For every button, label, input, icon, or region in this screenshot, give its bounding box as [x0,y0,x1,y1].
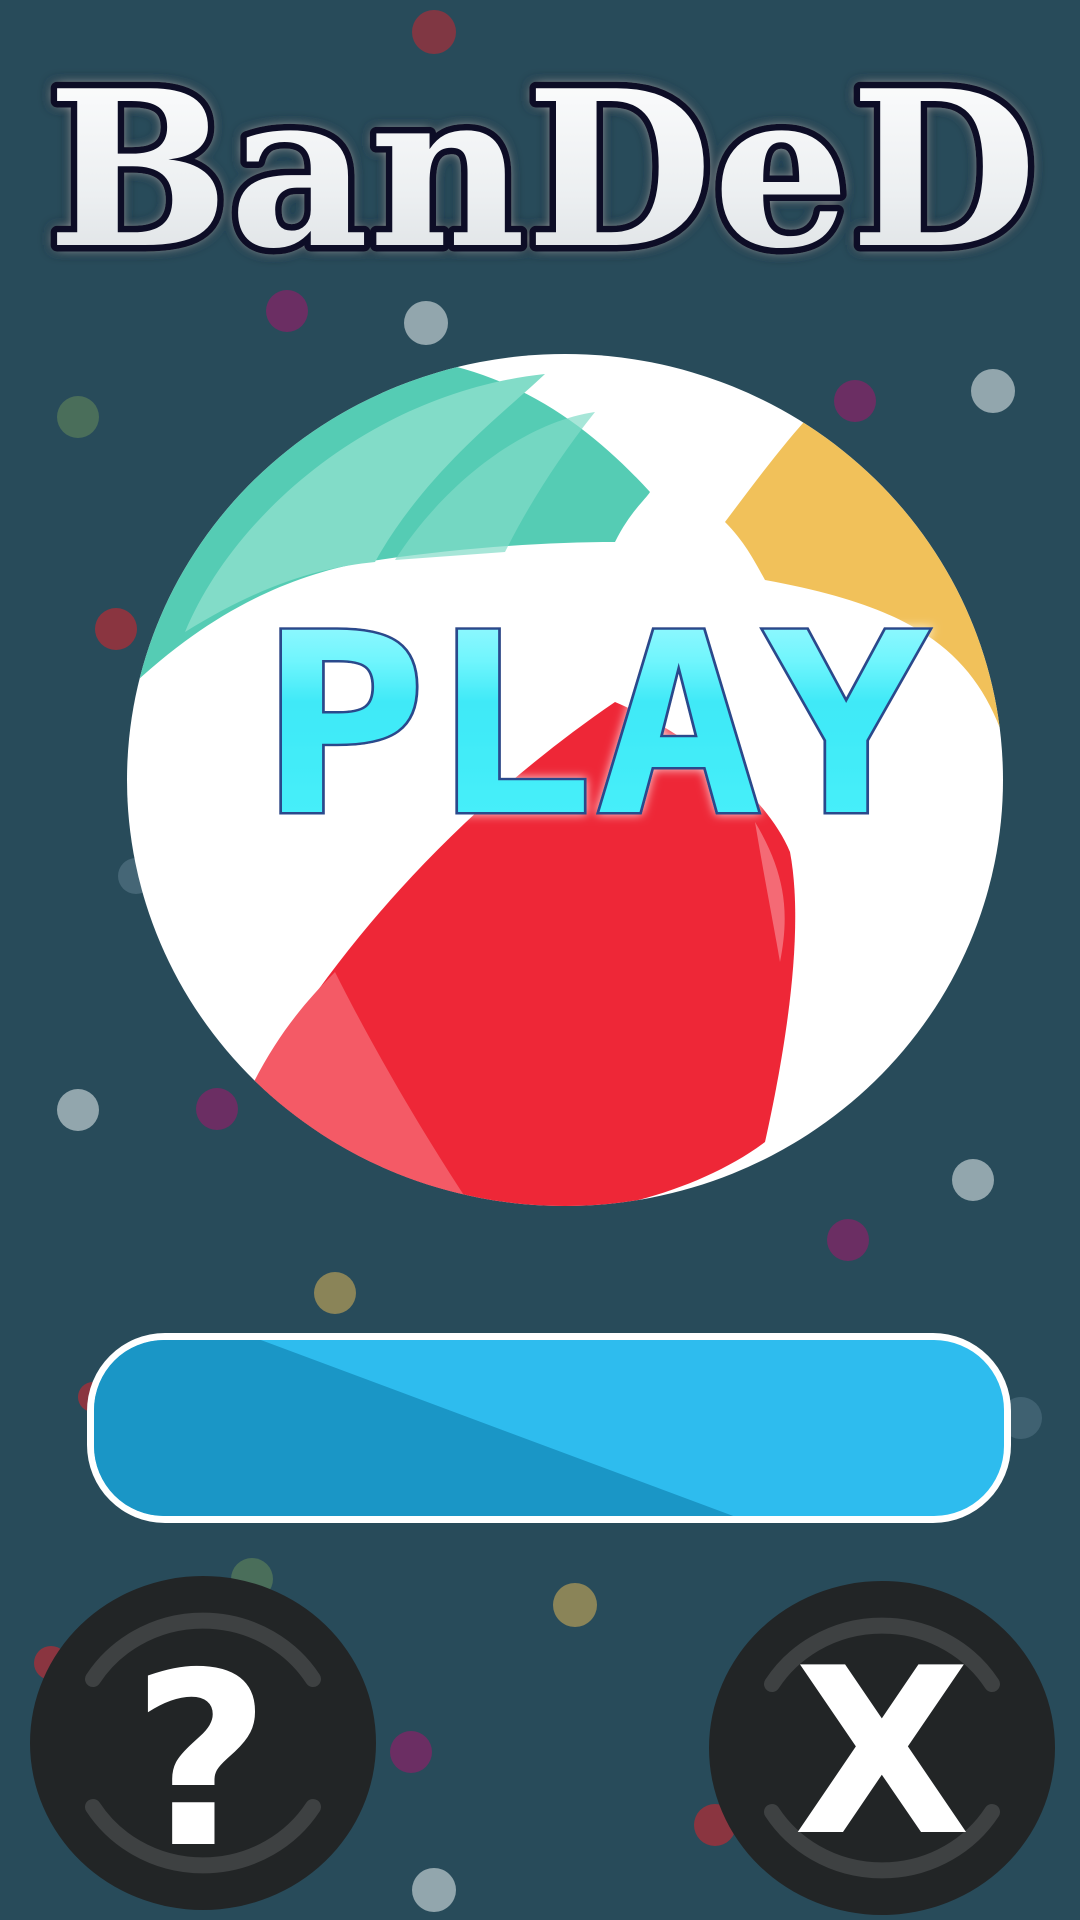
play-label: PLAY [260,580,930,871]
game-title-logo: BanDeD [30,50,1055,280]
game-title: BanDeD [47,50,1037,280]
play-button[interactable]: PLAY [245,578,945,874]
close-button[interactable]: X [707,1579,1057,1917]
blue-bar-button[interactable] [84,1330,1014,1526]
x-icon: X [793,1620,970,1887]
help-button[interactable]: ? [28,1574,378,1912]
question-mark-icon: ? [131,1621,270,1901]
